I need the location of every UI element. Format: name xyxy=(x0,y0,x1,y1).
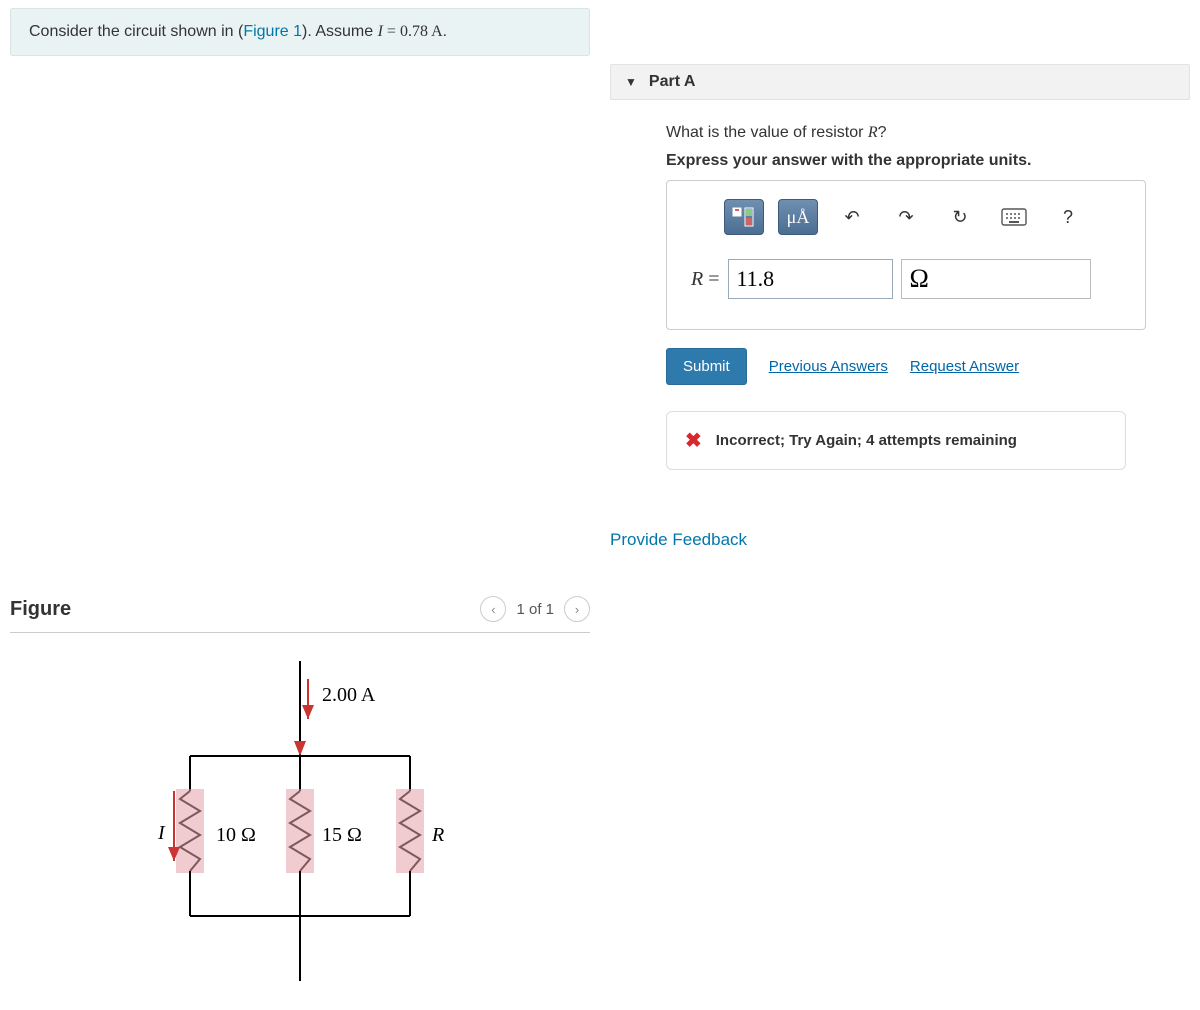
question-text: What is the value of resistor R? xyxy=(666,124,1190,142)
figure-next-button[interactable]: › xyxy=(564,596,590,622)
undo-icon[interactable]: ↶ xyxy=(832,199,872,235)
figure-nav-text: 1 of 1 xyxy=(516,601,554,618)
problem-tail: . xyxy=(443,23,447,40)
problem-statement: Consider the circuit shown in (Figure 1)… xyxy=(10,8,590,56)
part-title: Part A xyxy=(649,73,696,91)
i-label: I xyxy=(157,822,166,844)
provide-feedback-link[interactable]: Provide Feedback xyxy=(610,530,1190,550)
part-header[interactable]: ▼ Part A xyxy=(610,64,1190,100)
answer-box: μÅ ↶ ↷ ↻ ? R = xyxy=(666,180,1146,330)
unit-input[interactable] xyxy=(901,259,1091,299)
figure-link[interactable]: Figure 1 xyxy=(243,23,302,40)
r3-label: R xyxy=(431,824,444,846)
keyboard-icon[interactable] xyxy=(994,199,1034,235)
problem-text-prefix: Consider the circuit shown in ( xyxy=(29,23,243,40)
figure-prev-button[interactable]: ‹ xyxy=(480,596,506,622)
figure-nav: ‹ 1 of 1 › xyxy=(480,596,590,622)
problem-text-suffix: ). Assume xyxy=(302,23,378,40)
circuit-diagram: 2.00 A I 10 Ω xyxy=(10,661,570,981)
feedback-box: ✖ Incorrect; Try Again; 4 attempts remai… xyxy=(666,411,1126,470)
request-answer-link[interactable]: Request Answer xyxy=(910,358,1019,375)
previous-answers-link[interactable]: Previous Answers xyxy=(769,358,888,375)
r2-label: 15 Ω xyxy=(322,824,362,846)
toolbar: μÅ ↶ ↷ ↻ ? xyxy=(681,199,1131,235)
figure-title: Figure xyxy=(10,598,71,621)
answer-var: R = xyxy=(691,268,720,291)
reset-icon[interactable]: ↻ xyxy=(940,199,980,235)
figure-section: Figure ‹ 1 of 1 › 2.00 A xyxy=(10,596,590,981)
incorrect-icon: ✖ xyxy=(685,428,702,453)
problem-eq: = 0.78 A xyxy=(383,23,443,40)
current-label: 2.00 A xyxy=(322,684,376,706)
feedback-text: Incorrect; Try Again; 4 attempts remaini… xyxy=(716,432,1017,449)
help-icon[interactable]: ? xyxy=(1048,199,1088,235)
units-button[interactable]: μÅ xyxy=(778,199,818,235)
submit-button[interactable]: Submit xyxy=(666,348,747,385)
r1-label: 10 Ω xyxy=(216,824,256,846)
value-input[interactable] xyxy=(728,259,893,299)
chevron-down-icon: ▼ xyxy=(625,75,637,89)
template-icon[interactable] xyxy=(724,199,764,235)
redo-icon[interactable]: ↷ xyxy=(886,199,926,235)
instruction-text: Express your answer with the appropriate… xyxy=(666,152,1190,170)
